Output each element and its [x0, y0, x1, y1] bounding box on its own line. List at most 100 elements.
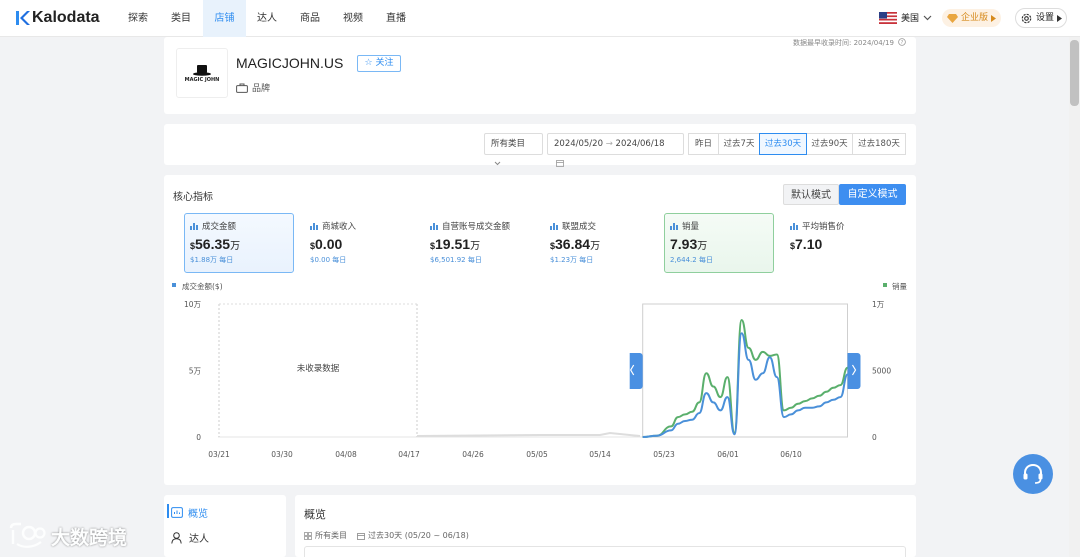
metric-daily: $0.00 每日 — [310, 256, 347, 264]
bar-chart-icon — [550, 222, 558, 230]
range-yesterday[interactable]: 昨日 — [688, 133, 719, 155]
default-mode-button[interactable]: 默认模式 — [783, 184, 839, 205]
star-icon: ☆ — [364, 58, 373, 68]
region-label: 美国 — [901, 14, 920, 24]
bar-chart-icon — [790, 222, 798, 230]
metric-unit: 万 — [230, 241, 241, 252]
metric-tile[interactable]: 自营账号成交金额 $19.51万 $6,501.92 每日 — [424, 213, 534, 273]
category-select[interactable]: 所有类目 — [484, 133, 543, 166]
briefcase-icon — [236, 83, 248, 93]
overview-table-edge — [304, 546, 906, 557]
shop-header-card — [164, 37, 916, 114]
update-time-text: 数据最早收录时间: 2024/04/19 — [793, 39, 894, 47]
gear-icon — [1021, 13, 1032, 23]
metric-value: $7.10 — [790, 236, 893, 252]
date-arrow: → — [605, 139, 613, 149]
diamond-icon — [947, 13, 958, 23]
category-select-value: 所有类目 — [491, 139, 526, 149]
metric-number: 19.51 — [435, 236, 471, 252]
nav-shop[interactable]: 店铺 — [203, 0, 246, 37]
user-icon — [171, 531, 182, 544]
svg-text:?: ? — [901, 40, 904, 46]
metric-tile[interactable]: 商城收入 $0.00 $0.00 每日 — [304, 213, 414, 273]
custom-mode-button[interactable]: 自定义模式 — [839, 184, 906, 205]
watermark-text: 大数跨境 — [51, 526, 128, 549]
nav-explore[interactable]: 探索 — [121, 0, 155, 37]
metric-label: 平均销售价 — [802, 222, 845, 232]
metric-label-row: 联盟成交 — [550, 220, 653, 232]
brand-tag-label: 品牌 — [252, 84, 271, 94]
nav-video[interactable]: 视频 — [336, 0, 370, 37]
range-180d[interactable]: 过去180天 — [852, 133, 906, 155]
brand-tag: 品牌 — [236, 81, 270, 94]
metric-tile[interactable]: 联盟成交 $36.84万 $1.23万 每日 — [544, 213, 654, 273]
nav-live[interactable]: 直播 — [379, 0, 413, 37]
date-start: 2024/05/20 — [554, 139, 603, 149]
sidebar-active-marker — [167, 504, 169, 518]
metric-unit: 万 — [697, 241, 708, 252]
brand-name: Kalodata — [32, 9, 100, 26]
kalodata-logo-icon — [16, 11, 30, 25]
date-end: 2024/06/18 — [615, 139, 665, 149]
metric-tile[interactable]: 平均销售价 $7.10 — [784, 213, 894, 273]
metric-tile[interactable]: 销量 7.93万 2,644.2 每日 — [664, 213, 774, 273]
metric-number: 0.00 — [315, 236, 343, 252]
metric-label-row: 商城收入 — [310, 220, 413, 232]
metric-daily: $1.88万 每日 — [190, 256, 234, 264]
logo-text-bottom: JOHN — [204, 76, 220, 83]
range-90d[interactable]: 过去90天 — [806, 133, 853, 155]
logo-text-top: MAGIC — [184, 76, 204, 83]
top-navbar: Kalodata 探索 类目 店铺 达人 商品 视频 直播 美国 企业版 设置 — [0, 0, 1080, 37]
metric-value: $36.84万 — [550, 236, 653, 252]
metric-daily: $1.23万 每日 — [550, 256, 594, 264]
grid-icon — [304, 531, 312, 540]
metric-unit: 万 — [470, 241, 481, 252]
metric-label-row: 自营账号成交金额 — [430, 220, 533, 232]
metric-label: 商城收入 — [322, 222, 357, 232]
data-update-time: 数据最早收录时间: 2024/04/19 ? — [793, 38, 906, 48]
caret-right-icon — [991, 14, 997, 22]
settings-button[interactable]: 设置 — [1015, 8, 1068, 28]
watermark: 大数跨境 — [9, 522, 127, 550]
caret-right-icon — [1057, 14, 1063, 22]
overview-title: 概览 — [304, 508, 326, 521]
metric-label: 自营账号成交金额 — [442, 222, 511, 232]
range-30d[interactable]: 过去30天 — [759, 133, 807, 155]
date-range-picker[interactable]: 2024/05/20 → 2024/06/18 — [547, 133, 684, 167]
follow-button[interactable]: ☆ 关注 — [357, 55, 401, 72]
kalodata-logo[interactable]: Kalodata — [14, 9, 100, 27]
calendar-icon — [556, 160, 564, 167]
region-selector[interactable]: 美国 — [879, 11, 932, 24]
metric-label-row: 平均销售价 — [790, 220, 893, 232]
chevron-down-icon — [923, 15, 932, 20]
top-hat-icon — [193, 64, 211, 76]
shop-name: MAGICJOHN.US — [236, 55, 344, 71]
settings-label: 设置 — [1036, 13, 1055, 23]
metric-number: 7.10 — [795, 236, 823, 252]
page-scroll-thumb[interactable] — [1070, 40, 1079, 106]
metric-value: $56.35万 — [190, 236, 293, 252]
us-flag-icon — [879, 11, 897, 24]
customer-service-button[interactable] — [1013, 454, 1053, 494]
metric-label-row: 成交金额 — [190, 220, 293, 232]
nav-category[interactable]: 类目 — [164, 0, 198, 37]
follow-label: 关注 — [375, 58, 394, 68]
nav-product[interactable]: 商品 — [293, 0, 327, 37]
metric-tile[interactable]: 成交金额 $56.35万 $1.88万 每日 — [184, 213, 294, 273]
overview-icon — [171, 507, 183, 518]
calendar-icon — [357, 532, 365, 540]
metric-label: 成交金额 — [202, 222, 237, 232]
range-7d[interactable]: 过去7天 — [718, 133, 760, 155]
page-scrollbar[interactable] — [1069, 37, 1080, 557]
shop-logo: MAGIC JOHN — [176, 48, 228, 98]
metric-number: 56.35 — [195, 236, 231, 252]
metric-label: 销量 — [682, 222, 700, 232]
nav-creator[interactable]: 达人 — [250, 0, 284, 37]
enterprise-label: 企业版 — [961, 13, 989, 23]
enterprise-badge[interactable]: 企业版 — [942, 9, 1002, 27]
metric-unit: 万 — [590, 241, 601, 252]
sidebar-item-overview[interactable]: 概览 — [171, 505, 208, 520]
help-icon[interactable]: ? — [898, 38, 906, 46]
sidebar-item-label: 达人 — [189, 534, 209, 545]
sidebar-item-creator[interactable]: 达人 — [171, 530, 209, 545]
